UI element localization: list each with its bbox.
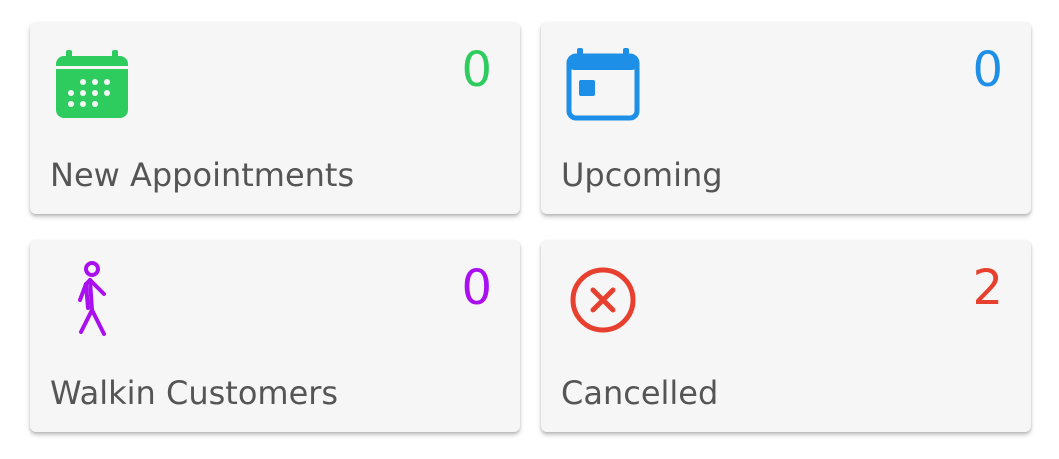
stats-grid: 0 New Appointments 0 Upcoming 0 Walkin C… (0, 0, 1059, 459)
calendar-grid-icon (52, 42, 132, 122)
upcoming-count: 0 (972, 42, 1003, 98)
new-appointments-count: 0 (461, 42, 492, 98)
cancel-circle-icon (563, 260, 643, 340)
upcoming-label: Upcoming (561, 156, 723, 194)
calendar-day-icon (563, 42, 643, 122)
cancelled-count: 2 (972, 260, 1003, 316)
walkin-customers-label: Walkin Customers (50, 374, 339, 412)
cancelled-card[interactable]: 2 Cancelled (541, 240, 1031, 432)
upcoming-card[interactable]: 0 Upcoming (541, 22, 1031, 214)
walking-person-icon (52, 260, 132, 340)
walkin-customers-card[interactable]: 0 Walkin Customers (30, 240, 520, 432)
cancelled-label: Cancelled (561, 374, 719, 412)
new-appointments-card[interactable]: 0 New Appointments (30, 22, 520, 214)
walkin-customers-count: 0 (461, 260, 492, 316)
new-appointments-label: New Appointments (50, 156, 355, 194)
